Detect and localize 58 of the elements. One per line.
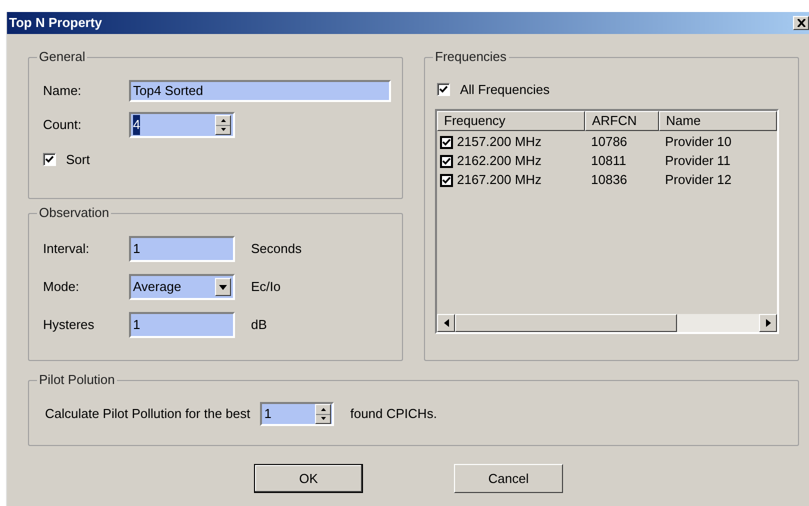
- name-label: Name:: [43, 82, 82, 100]
- dialog-button[interactable]: OK: [254, 464, 363, 493]
- count-value: 4: [133, 115, 140, 135]
- pilot-suffix-text: found CPICHs.: [350, 405, 437, 424]
- up-arrow-icon: [320, 408, 326, 411]
- checkbox[interactable]: [440, 154, 453, 168]
- value-field[interactable]: 1: [129, 236, 235, 262]
- left-arrow-icon: [444, 318, 448, 326]
- scroll-thumb[interactable]: [455, 314, 677, 332]
- provider-text: Provider 10: [664, 133, 732, 152]
- horizontal-scrollbar[interactable]: [437, 314, 777, 332]
- scroll-left-button[interactable]: [437, 314, 455, 332]
- scroll-right-button[interactable]: [759, 314, 777, 332]
- down-arrow-icon: [320, 417, 326, 420]
- dropdown-arrow-icon: [219, 284, 227, 290]
- close-button[interactable]: [793, 16, 809, 30]
- column-header[interactable]: Frequency: [437, 110, 585, 130]
- spin-button[interactable]: [315, 404, 332, 424]
- group-title: Frequencies: [433, 49, 509, 65]
- unit-label: Ec/Io: [251, 278, 281, 296]
- right-arrow-icon: [766, 318, 770, 326]
- mode-dropdown[interactable]: Average: [129, 274, 235, 300]
- unit-label: dB: [251, 316, 267, 334]
- checkbox[interactable]: [437, 83, 450, 96]
- window-title: Top N Property: [9, 14, 102, 32]
- sort-label: Sort: [66, 151, 90, 169]
- field-label: Interval:: [43, 240, 90, 258]
- frequency-row[interactable]: 2167.200 MHz 10836 Provider 12: [437, 170, 777, 190]
- frequency-row[interactable]: 2162.200 MHz 10811 Provider 11: [437, 152, 777, 170]
- dialog-button[interactable]: Cancel: [454, 464, 563, 493]
- name-field[interactable]: Top4 Sorted: [129, 80, 391, 102]
- up-arrow-icon: [220, 118, 226, 122]
- arfcn-text: 10811: [590, 152, 628, 170]
- frequency-text: 2157.200 MHz: [457, 133, 542, 152]
- checkbox[interactable]: [440, 136, 453, 148]
- frequency-text: 2162.200 MHz: [457, 152, 542, 170]
- provider-text: Provider 12: [664, 171, 732, 190]
- pilot-count-field[interactable]: 1: [260, 402, 334, 426]
- arfcn-text: 10786: [590, 133, 628, 152]
- column-header[interactable]: Name: [659, 110, 777, 130]
- close-icon: [796, 19, 806, 27]
- value-field[interactable]: 1: [129, 312, 235, 338]
- checkbox[interactable]: [43, 153, 56, 166]
- arfcn-text: 10836: [590, 171, 628, 190]
- checkbox[interactable]: [440, 174, 453, 186]
- pilot-polution-text: Calculate Pilot Pollution for the best: [45, 405, 250, 424]
- field-label: Hysteres: [43, 316, 96, 334]
- provider-text: Provider 11: [664, 152, 731, 170]
- count-field[interactable]: 4: [129, 112, 235, 138]
- all-frequencies-label: All Frequencies: [460, 81, 550, 99]
- spin-button[interactable]: [215, 115, 231, 135]
- unit-label: Seconds: [251, 240, 302, 258]
- count-label: Count:: [43, 116, 82, 134]
- down-arrow-icon: [220, 128, 226, 132]
- field-label: Mode:: [43, 278, 80, 296]
- frequency-row[interactable]: 2157.200 MHz 10786 Provider 10: [437, 132, 777, 152]
- column-header[interactable]: ARFCN: [585, 110, 659, 130]
- frequency-text: 2167.200 MHz: [457, 171, 542, 190]
